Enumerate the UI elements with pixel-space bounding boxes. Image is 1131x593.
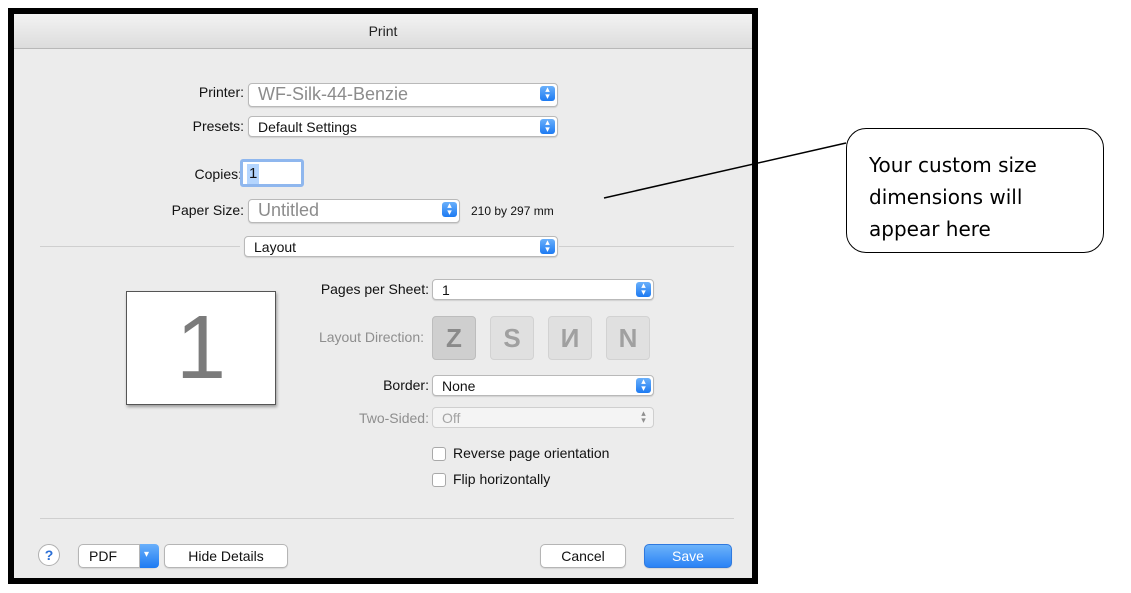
annotation-callout: Your custom size dimensions will appear … — [846, 128, 1104, 253]
callout-pointer — [603, 142, 847, 199]
callout-line — [603, 142, 847, 199]
